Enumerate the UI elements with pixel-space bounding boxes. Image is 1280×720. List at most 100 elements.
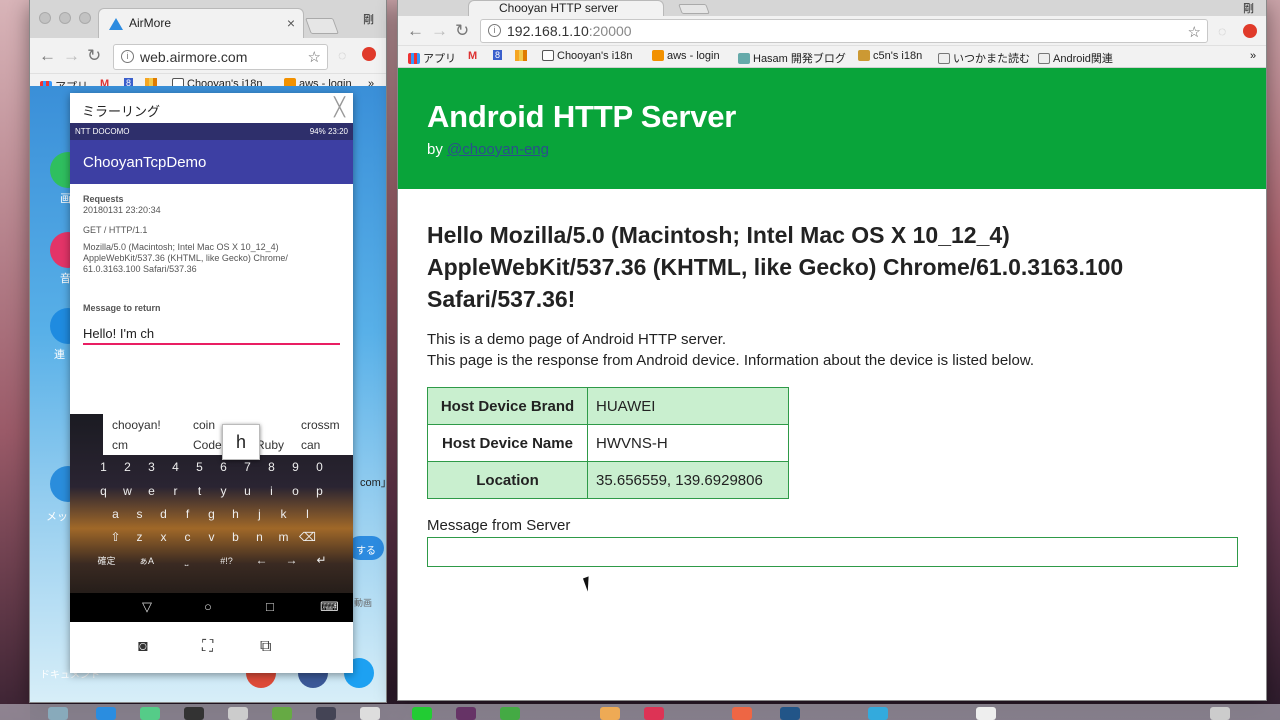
tab-airmore[interactable]: AirMore ×: [98, 8, 304, 38]
key[interactable]: l: [296, 507, 320, 521]
mode-key[interactable]: ぁA: [127, 554, 167, 567]
bookmark-apps[interactable]: アプリ: [408, 50, 456, 66]
suggestion-item[interactable]: can: [301, 438, 320, 452]
key[interactable]: g: [200, 507, 224, 521]
suggestion-item[interactable]: cm: [112, 438, 128, 452]
address-bar[interactable]: i 192.168.1.10:20000 ☆: [480, 19, 1208, 43]
extension-red-icon[interactable]: [1243, 24, 1257, 38]
new-tab-button[interactable]: [678, 4, 710, 14]
key[interactable]: s: [128, 507, 152, 521]
back-triangle-icon[interactable]: ▽: [142, 599, 152, 615]
key[interactable]: 9: [284, 460, 308, 474]
key[interactable]: z: [128, 530, 152, 544]
key[interactable]: 5: [188, 460, 212, 474]
key[interactable]: 4: [164, 460, 188, 474]
dock-app-icon[interactable]: [228, 707, 248, 720]
key[interactable]: e: [140, 484, 164, 498]
dock-app-icon[interactable]: [184, 707, 204, 720]
minimize-window-button[interactable]: [59, 12, 71, 24]
bookmark-8[interactable]: 8: [493, 50, 503, 60]
reload-icon[interactable]: ↻: [87, 46, 101, 66]
dock-trash-icon[interactable]: [1210, 707, 1230, 720]
profile-badge[interactable]: 剛: [1243, 0, 1254, 16]
screenshot-icon[interactable]: ⛶: [202, 638, 213, 656]
confirm-key[interactable]: 確定: [87, 554, 127, 567]
dock-app-icon[interactable]: [96, 707, 116, 720]
suggestion-item[interactable]: Ruby: [256, 438, 284, 452]
key[interactable]: q: [92, 484, 116, 498]
bookmark-c5n-i18n[interactable]: c5n's i18n: [858, 50, 922, 62]
key[interactable]: o: [284, 484, 308, 498]
key[interactable]: d: [152, 507, 176, 521]
space-key[interactable]: ⎵: [167, 556, 207, 567]
address-bar[interactable]: i web.airmore.com ☆: [113, 44, 328, 70]
left-arrow-key[interactable]: ←: [247, 553, 277, 567]
author-link[interactable]: @chooyan-eng: [447, 141, 549, 158]
shift-key[interactable]: ⇧: [104, 530, 128, 544]
key[interactable]: 3: [140, 460, 164, 474]
key[interactable]: a: [104, 507, 128, 521]
recents-square-icon[interactable]: □: [266, 599, 274, 614]
profile-badge[interactable]: 剛: [363, 11, 374, 27]
bookmark-gmail[interactable]: M: [468, 50, 477, 62]
key[interactable]: 8: [260, 460, 284, 474]
dock-app-icon[interactable]: [140, 707, 160, 720]
dock-app-icon[interactable]: [600, 707, 620, 720]
suggestion-item[interactable]: coin: [193, 418, 215, 432]
keyboard-icon[interactable]: ⌨: [320, 599, 339, 615]
back-icon[interactable]: ←: [407, 21, 424, 41]
dock-app-icon[interactable]: [780, 707, 800, 720]
dock-app-icon[interactable]: [48, 707, 68, 720]
reload-icon[interactable]: ↻: [455, 21, 469, 41]
key[interactable]: b: [224, 530, 248, 544]
symbol-key[interactable]: #!?: [207, 556, 247, 566]
key[interactable]: c: [176, 530, 200, 544]
new-tab-button[interactable]: [305, 18, 339, 34]
key[interactable]: v: [200, 530, 224, 544]
key[interactable]: r: [164, 484, 188, 498]
suggestion-item[interactable]: crossm: [301, 418, 340, 432]
key[interactable]: i: [260, 484, 284, 498]
dock-app-icon[interactable]: [316, 707, 336, 720]
enter-key[interactable]: ↵: [307, 553, 337, 567]
home-circle-icon[interactable]: ○: [204, 599, 212, 614]
bookmark-star-icon[interactable]: ☆: [308, 48, 321, 66]
close-tab-icon[interactable]: ×: [287, 15, 295, 31]
key[interactable]: f: [176, 507, 200, 521]
forward-icon[interactable]: →: [63, 46, 80, 66]
bookmark-star-icon[interactable]: ☆: [1188, 23, 1201, 41]
dock-app-icon[interactable]: [976, 707, 996, 720]
backspace-key[interactable]: ⌫: [296, 530, 320, 544]
dock-app-icon[interactable]: [360, 707, 380, 720]
bookmark-folder-later[interactable]: いつかまた読む: [938, 50, 1030, 66]
key[interactable]: p: [308, 484, 332, 498]
key[interactable]: h: [224, 507, 248, 521]
extension-icon[interactable]: ◌: [338, 47, 346, 63]
bookmark-folder-android[interactable]: Android関連: [1038, 50, 1113, 66]
key[interactable]: 6: [212, 460, 236, 474]
dock-app-icon[interactable]: [500, 707, 520, 720]
dock-app-icon[interactable]: [732, 707, 752, 720]
key[interactable]: k: [272, 507, 296, 521]
bookmark-aws-login[interactable]: aws - login: [652, 50, 720, 62]
zoom-window-button[interactable]: [79, 12, 91, 24]
key[interactable]: m: [272, 530, 296, 544]
key[interactable]: 0: [308, 460, 332, 474]
key[interactable]: t: [188, 484, 212, 498]
extension-red-icon[interactable]: [362, 47, 376, 61]
side-action-button[interactable]: する: [348, 536, 384, 560]
tab-chooyan-http-server[interactable]: Chooyan HTTP server: [468, 0, 664, 16]
right-arrow-key[interactable]: →: [277, 553, 307, 567]
forward-icon[interactable]: →: [431, 21, 448, 41]
dock-app-icon[interactable]: [272, 707, 292, 720]
key[interactable]: 2: [116, 460, 140, 474]
dock-app-icon[interactable]: [868, 707, 888, 720]
key[interactable]: x: [152, 530, 176, 544]
bookmark-chooyan-i18n[interactable]: Chooyan's i18n: [542, 50, 633, 62]
key[interactable]: u: [236, 484, 260, 498]
dock-app-icon[interactable]: [412, 707, 432, 720]
suggestion-item[interactable]: Code: [193, 438, 222, 452]
close-window-button[interactable]: [39, 12, 51, 24]
dock-app-icon[interactable]: [644, 707, 664, 720]
analytics-bookmark-icon[interactable]: [515, 50, 527, 61]
